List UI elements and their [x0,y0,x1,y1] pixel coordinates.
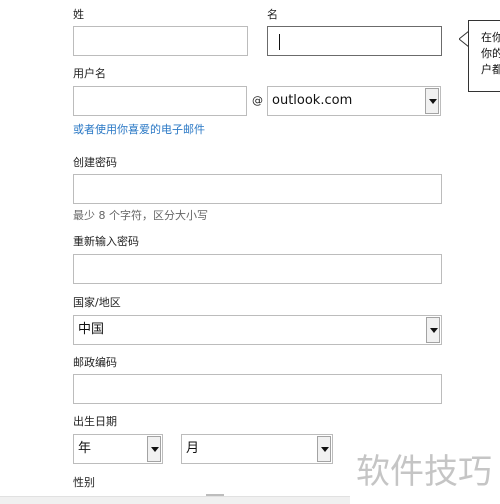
domain-dropdown-button[interactable] [425,88,439,114]
surname-label: 姓 [73,8,84,21]
birthdate-label: 出生日期 [73,415,117,428]
watermark-text: 软件技巧 [356,452,492,492]
gender-select-edge [206,494,224,496]
birth-year-value: 年 [78,441,92,456]
country-label: 国家/地区 [73,296,121,309]
domain-select-value: outlook.com [272,93,353,108]
birth-year-select[interactable]: 年 [73,434,163,464]
confirm-password-label: 重新输入密码 [73,235,139,248]
chevron-down-icon [151,447,159,452]
tooltip-text: 在你 你的 户都 [481,31,500,76]
country-select-value: 中国 [78,322,105,337]
gender-select-partial[interactable] [0,496,350,504]
at-symbol: @ [252,94,263,107]
postal-code-input[interactable] [73,374,442,404]
gender-label: 性别 [73,476,95,489]
birth-month-select[interactable]: 月 [181,434,333,464]
username-input[interactable] [73,86,247,116]
postal-code-label: 邮政编码 [73,356,117,369]
text-caret [279,34,280,50]
birth-month-dropdown-button[interactable] [317,436,331,462]
domain-select[interactable]: outlook.com [267,86,441,116]
password-hint: 最少 8 个字符，区分大小写 [73,209,208,222]
country-dropdown-button[interactable] [426,317,440,343]
given-name-label: 名 [267,8,278,21]
chevron-down-icon [429,99,437,104]
password-label: 创建密码 [73,156,117,169]
surname-input[interactable] [73,26,248,56]
username-label: 用户名 [73,67,106,80]
birth-month-value: 月 [186,441,200,456]
confirm-password-input[interactable] [73,254,442,284]
birth-year-dropdown-button[interactable] [147,436,161,462]
country-select[interactable]: 中国 [73,315,442,345]
password-input[interactable] [73,174,442,204]
chevron-down-icon [321,447,329,452]
alt-email-link[interactable]: 或者使用你喜爱的电子邮件 [73,123,205,137]
given-name-input[interactable] [267,26,442,56]
chevron-down-icon [430,328,438,333]
